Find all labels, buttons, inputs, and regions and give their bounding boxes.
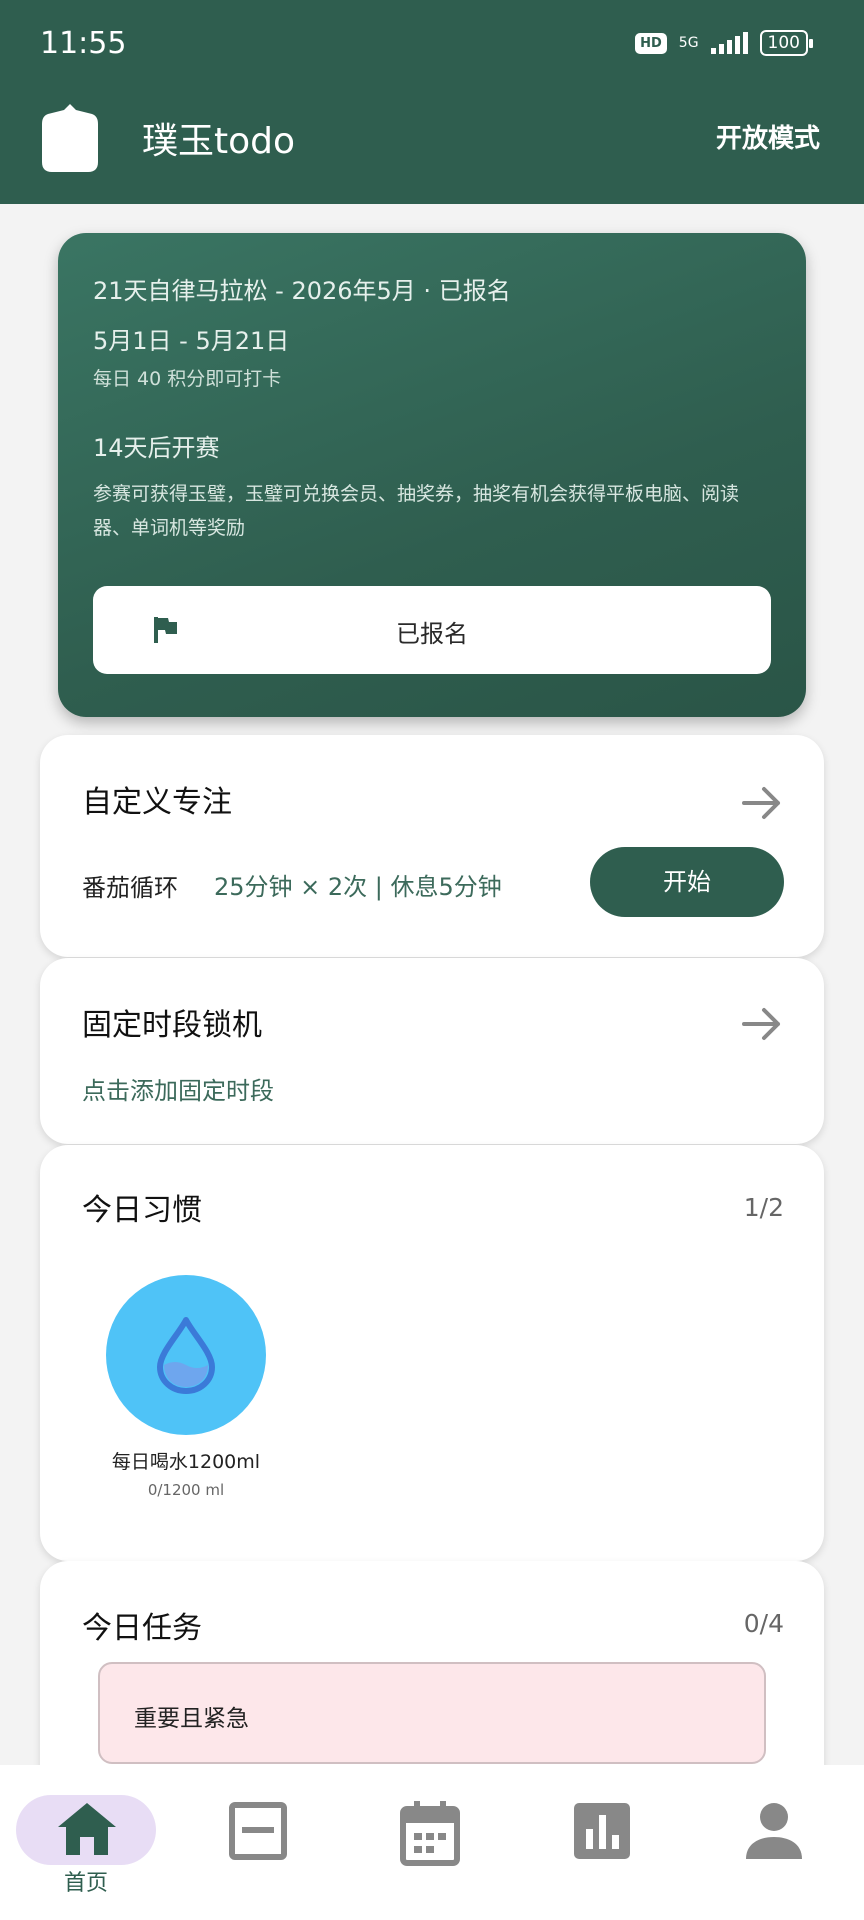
arrow-right-icon[interactable] (742, 785, 782, 821)
event-countdown: 14天后开赛 (93, 434, 220, 462)
quadrant-label: 重要且紧急 (134, 1706, 249, 1732)
event-title: 21天自律马拉松 - 2026年5月 · 已报名 (93, 277, 511, 305)
registered-button[interactable]: 已报名 (93, 586, 771, 674)
pomodoro-label: 番茄循环 (82, 874, 178, 902)
tasks-count: 0/4 (743, 1609, 784, 1638)
nav-stats[interactable] (516, 1765, 688, 1920)
water-drop-icon (157, 1317, 215, 1394)
open-mode-button[interactable]: 开放模式 (716, 118, 820, 155)
fixed-lock-card: 固定时段锁机 点击添加固定时段 (40, 958, 824, 1144)
app-logo-icon (42, 104, 98, 172)
urgent-important-quadrant[interactable]: 重要且紧急 (98, 1662, 766, 1764)
hd-icon: HD (635, 32, 667, 54)
status-time: 11:55 (40, 26, 127, 61)
today-habits-card: 今日习惯 1/2 每日喝水1200ml 0/1200 ml (40, 1145, 824, 1561)
habit-name: 每日喝水1200ml (111, 1451, 261, 1473)
battery-icon: 100 (759, 30, 814, 56)
note-icon (229, 1802, 287, 1860)
event-date-range: 5月1日 - 5月21日 (93, 327, 290, 355)
habit-progress: 0/1200 ml (147, 1481, 225, 1499)
custom-focus-title: 自定义专注 (82, 785, 232, 820)
habits-count: 1/2 (743, 1193, 784, 1222)
app-header: 11:55 HD 5G 100 璞玉todo 开放模式 (0, 0, 864, 204)
network-type: 5G (678, 35, 699, 51)
app-title: 璞玉todo (142, 121, 296, 162)
event-reward-desc: 参赛可获得玉璧，玉璧可兑换会员、抽奖券，抽奖有机会获得平板电脑、阅读器、单词机等… (93, 483, 740, 539)
status-icons: HD 5G 100 (635, 30, 814, 56)
add-fixed-period-link[interactable]: 点击添加固定时段 (82, 1071, 274, 1106)
marathon-card[interactable]: 21天自律马拉松 - 2026年5月 · 已报名 5月1日 - 5月21日 每日… (58, 233, 806, 717)
registered-button-label: 已报名 (396, 620, 468, 648)
event-requirement: 每日 40 积分即可打卡 (93, 368, 282, 390)
custom-focus-card: 自定义专注 番茄循环 25分钟 × 2次 | 休息5分钟 开始 (40, 735, 824, 957)
fixed-lock-title: 固定时段锁机 (82, 1008, 262, 1043)
today-tasks-title: 今日任务 (82, 1611, 202, 1646)
nav-home-label: 首页 (63, 1871, 108, 1896)
arrow-right-icon[interactable] (742, 1006, 782, 1042)
stats-icon (574, 1803, 630, 1859)
pomodoro-detail[interactable]: 25分钟 × 2次 | 休息5分钟 (214, 867, 502, 902)
nav-profile[interactable] (688, 1765, 860, 1920)
today-habits-title: 今日习惯 (82, 1193, 202, 1228)
habit-water-button[interactable] (106, 1275, 266, 1435)
profile-icon (746, 1803, 802, 1859)
nav-calendar[interactable] (344, 1765, 516, 1920)
nav-notes[interactable] (172, 1765, 344, 1920)
signal-icon (710, 32, 748, 54)
calendar-icon (400, 1801, 460, 1866)
nav-home[interactable]: 首页 (0, 1765, 172, 1920)
start-button[interactable]: 开始 (590, 847, 784, 917)
bottom-navigation: 首页 (0, 1765, 864, 1920)
home-icon (58, 1803, 116, 1855)
